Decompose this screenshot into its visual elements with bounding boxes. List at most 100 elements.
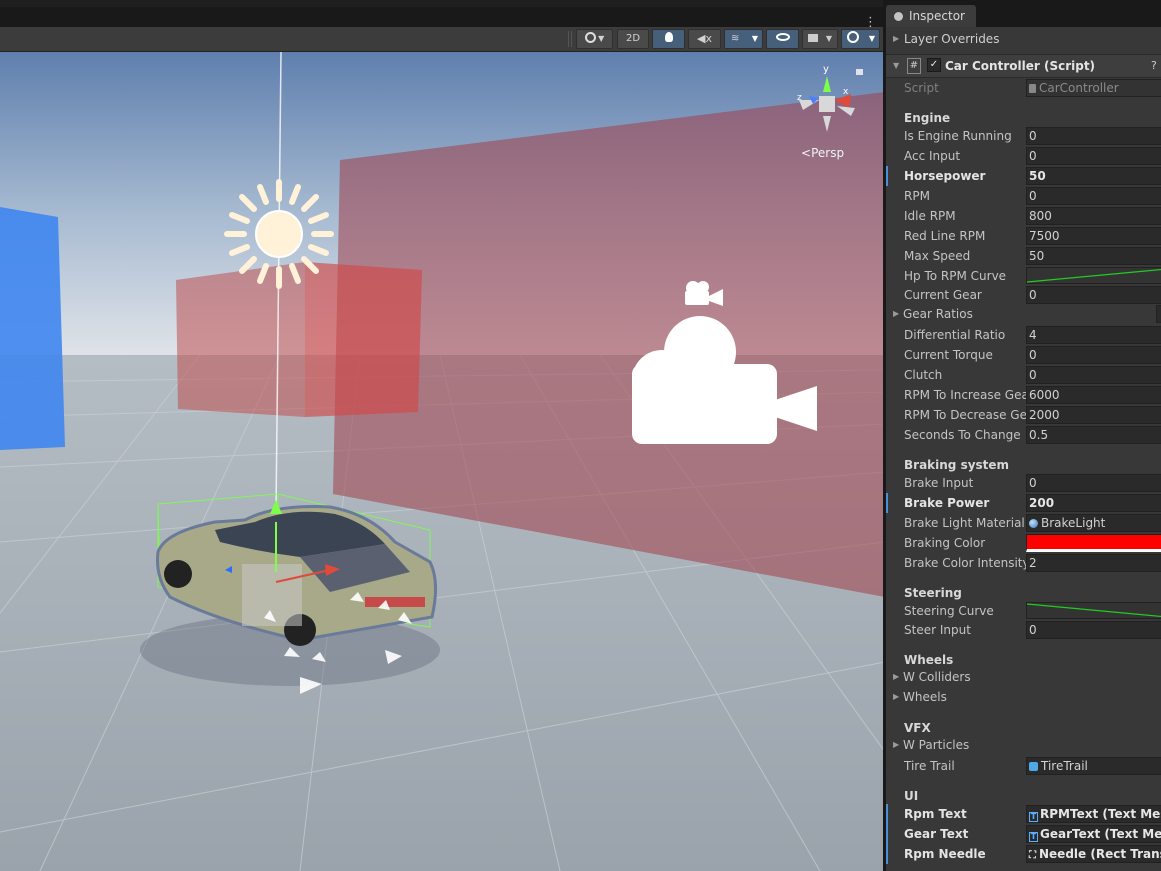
row-differential-ratio: Differential Ratio 4 [886, 325, 1161, 345]
row-steering-curve: Steering Curve [886, 601, 1161, 621]
field-value: 0 [1029, 368, 1037, 382]
field-value: 2000 [1029, 408, 1060, 422]
curve-line [1027, 603, 1161, 618]
field-value: Needle (Rect Transfo [1039, 847, 1161, 861]
value-field[interactable]: 0 [1026, 286, 1161, 304]
value-field[interactable]: 4 [1026, 326, 1161, 344]
foldout-arrow-icon[interactable]: ▶ [893, 673, 901, 681]
row-gear-ratios: ▶ Gear Ratios [886, 304, 1161, 324]
section-steering: Steering [904, 586, 962, 600]
directional-light-gizmo [224, 179, 334, 289]
value-field[interactable]: 7500 [1026, 227, 1161, 245]
modified-marker [886, 493, 888, 513]
value-field[interactable]: 50 [1026, 167, 1161, 185]
row-wheels: ▶ Wheels [886, 687, 1161, 707]
foldout-open-icon: ▼ [893, 61, 900, 70]
help-icon[interactable]: ? [1151, 59, 1157, 72]
row-w-colliders: ▶ W Colliders [886, 667, 1161, 687]
field-value: 50 [1029, 169, 1046, 183]
field-label: Brake Power [904, 496, 990, 510]
prefab-icon [1029, 762, 1038, 771]
svg-text:z: z [797, 93, 802, 103]
field-label: Gear Text [904, 827, 969, 841]
value-field[interactable]: 0 [1026, 127, 1161, 145]
field-label[interactable]: Wheels [903, 687, 1025, 707]
object-field[interactable]: TRPMText (Text Mesh [1026, 805, 1161, 823]
value-field[interactable]: 2 [1026, 554, 1161, 572]
value-field[interactable]: 0 [1026, 621, 1161, 639]
row-is-engine-running: Is Engine Running 0 [886, 126, 1161, 146]
tab-inspector[interactable]: Inspector [886, 5, 976, 27]
row-max-speed: Max Speed 50 [886, 246, 1161, 266]
script-file-icon [1029, 84, 1036, 93]
object-field[interactable]: TireTrail [1026, 757, 1161, 775]
value-field[interactable]: 0 [1026, 187, 1161, 205]
curve-field[interactable] [1026, 602, 1161, 619]
foldout-arrow-icon[interactable]: ▶ [893, 310, 901, 318]
row-braking-color: Braking Color [886, 533, 1161, 553]
modified-marker [886, 824, 888, 844]
tab-inspector-label: Inspector [909, 9, 965, 23]
field-label[interactable]: W Particles [903, 735, 1025, 755]
modified-marker [886, 804, 888, 824]
info-icon [894, 12, 903, 21]
scene-viewport[interactable]: y z x <Persp [0, 52, 885, 871]
field-label: Brake Color Intensity [904, 556, 1026, 570]
object-field[interactable]: ⛶Needle (Rect Transfo [1026, 845, 1161, 863]
color-swatch[interactable] [1026, 534, 1161, 552]
field-label: Differential Ratio [904, 328, 1006, 342]
value-field[interactable]: 6000 [1026, 386, 1161, 404]
lighting-toggle-button[interactable] [652, 29, 685, 49]
curve-field[interactable] [1026, 267, 1161, 284]
script-hash-icon: # [907, 58, 921, 74]
value-field[interactable]: 50 [1026, 247, 1161, 265]
lock-icon [856, 69, 863, 75]
value-field[interactable]: 0.5 [1026, 426, 1161, 444]
value-field[interactable]: 0 [1026, 147, 1161, 165]
row-acc-input: Acc Input 0 [886, 146, 1161, 166]
array-size-field[interactable] [1156, 305, 1161, 323]
mode-2d-button[interactable]: 2D [617, 29, 649, 49]
field-label: RPM To Decrease Ge [904, 408, 1026, 422]
field-label: RPM To Increase Gea [904, 388, 1026, 402]
shading-mode-button[interactable]: ▼ [576, 29, 613, 49]
field-value: 7500 [1029, 229, 1060, 243]
value-field[interactable]: 200 [1026, 494, 1161, 512]
section-braking: Braking system [904, 458, 1010, 472]
row-brake-light-material: Brake Light Material BrakeLight [886, 513, 1161, 533]
field-value: 4 [1029, 328, 1037, 342]
layers-icon: ≋ [731, 33, 740, 44]
row-red-line-rpm: Red Line RPM 7500 [886, 226, 1161, 246]
camera-dropdown-arrow[interactable]: ▼ [822, 29, 836, 49]
value-field[interactable]: 800 [1026, 207, 1161, 225]
blue-cube [0, 207, 65, 450]
audio-toggle-button[interactable]: ◀x [688, 29, 721, 49]
gizmos-dropdown-arrow[interactable]: ▼ [865, 29, 879, 49]
persp-label[interactable]: <Persp [801, 146, 844, 160]
object-field[interactable]: TGearText (Text Mesh [1026, 825, 1161, 843]
value-field[interactable]: 0 [1026, 474, 1161, 492]
field-label[interactable]: Gear Ratios [903, 304, 1025, 324]
component-enabled-checkbox[interactable]: ✓ [927, 58, 941, 72]
foldout-arrow-icon[interactable]: ▶ [893, 693, 901, 701]
curve-line [1027, 268, 1161, 283]
component-header[interactable]: ▼ # ✓ Car Controller (Script) ? [886, 54, 1161, 78]
effects-dropdown-arrow[interactable]: ▼ [748, 29, 762, 49]
layer-overrides-foldout[interactable]: ▶ Layer Overrides [886, 28, 1161, 50]
field-value: 0 [1029, 288, 1037, 302]
scene-visibility-button[interactable] [766, 29, 799, 49]
object-field[interactable]: BrakeLight [1026, 514, 1161, 532]
field-label: Current Torque [904, 348, 993, 362]
field-label: RPM [904, 189, 930, 203]
chevron-down-icon: ▼ [595, 34, 605, 43]
foldout-arrow-icon[interactable]: ▶ [893, 741, 901, 749]
scene-render: y z x [0, 52, 885, 871]
field-value: TireTrail [1041, 759, 1088, 773]
value-field[interactable]: 0 [1026, 366, 1161, 384]
script-field[interactable]: CarController [1026, 79, 1161, 97]
row-seconds-to-change: Seconds To Change 0.5 [886, 425, 1161, 445]
value-field[interactable]: 0 [1026, 346, 1161, 364]
red-cube-front [176, 262, 305, 417]
field-label[interactable]: W Colliders [903, 667, 1025, 687]
value-field[interactable]: 2000 [1026, 406, 1161, 424]
